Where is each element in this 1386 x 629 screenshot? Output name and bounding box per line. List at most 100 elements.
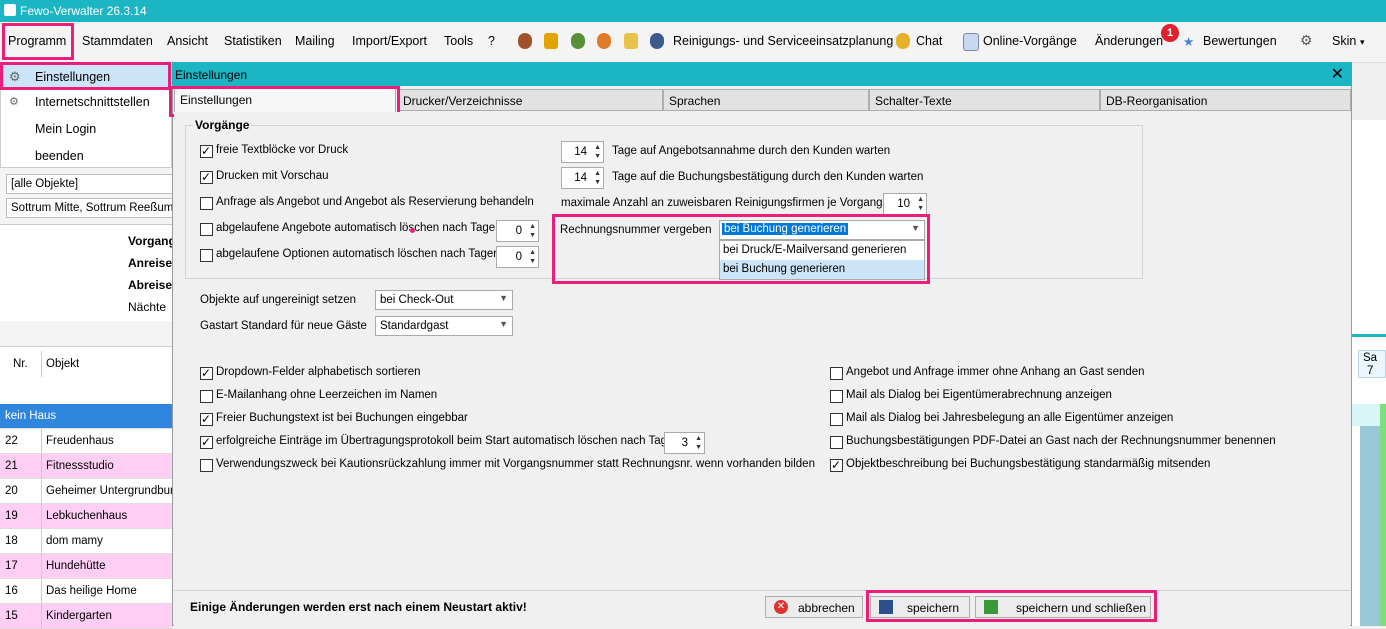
save-button[interactable]: speichern: [870, 596, 970, 618]
ungereinigt-select[interactable]: bei Check-Out ▼: [375, 290, 513, 310]
spinner-arrows-icon[interactable]: ▲ ▼: [529, 248, 536, 266]
option-delete-spinner[interactable]: 0 ▲ ▼: [496, 246, 539, 268]
menu-item-mein-login[interactable]: Mein Login: [35, 122, 96, 136]
vorgang-option-label[interactable]: freie Textblöcke vor Druck: [216, 144, 348, 156]
rechnung-option[interactable]: bei Buchung generieren: [723, 263, 845, 275]
angebot-wait-spinner[interactable]: 14 ▲ ▼: [561, 141, 604, 163]
notepad-icon[interactable]: [624, 33, 638, 49]
menu-bewertungen[interactable]: Bewertungen: [1203, 34, 1277, 48]
mail-option-label[interactable]: Angebot und Anfrage immer ohne Anhang an…: [846, 366, 1145, 378]
vorgang-option-checkbox[interactable]: [200, 249, 213, 262]
menu-reinigung[interactable]: Reinigungs- und Serviceeinsatzplanung: [673, 34, 893, 48]
table-row[interactable]: 20 Geheimer Untergrundbunker: [0, 479, 172, 504]
menu-mailing[interactable]: Mailing: [295, 34, 335, 48]
general-option-checkbox[interactable]: [200, 365, 213, 381]
calendar-icon[interactable]: [963, 33, 979, 51]
chevron-down-icon[interactable]: ▼: [499, 293, 508, 303]
general-option-checkbox[interactable]: [200, 434, 213, 450]
menu-item-einstellungen[interactable]: Einstellungen: [35, 70, 110, 84]
table-row[interactable]: 19 Lebkuchenhaus: [0, 504, 172, 529]
home-icon[interactable]: [544, 33, 558, 49]
buchung-wait-spinner[interactable]: 14 ▲ ▼: [561, 167, 604, 189]
object-filter-select[interactable]: [alle Objekte]: [6, 174, 174, 194]
tab-drucker[interactable]: Drucker/Verzeichnisse: [397, 89, 663, 111]
general-option-label[interactable]: Freier Buchungstext ist bei Buchungen ei…: [216, 412, 468, 424]
vorgang-option-label[interactable]: Anfrage als Angebot und Angebot als Rese…: [216, 196, 534, 208]
vorgang-option-checkbox[interactable]: [200, 143, 213, 159]
rechnung-option[interactable]: bei Druck/E-Mailversand generieren: [723, 244, 906, 256]
chat-icon[interactable]: [896, 33, 910, 49]
table-row[interactable]: 15 Kindergarten: [0, 604, 172, 629]
spinner-arrows-icon[interactable]: ▲ ▼: [529, 222, 536, 240]
general-option-checkbox[interactable]: [200, 390, 213, 403]
general-option-checkbox[interactable]: [200, 411, 213, 427]
chevron-down-icon[interactable]: ▼: [499, 319, 508, 329]
general-option-checkbox[interactable]: [200, 459, 213, 472]
menu-tools[interactable]: Tools: [444, 34, 473, 48]
angebot-delete-spinner[interactable]: 0 ▲ ▼: [496, 220, 539, 242]
mail-option-label[interactable]: Objektbeschreibung bei Buchungsbestätigu…: [846, 458, 1210, 470]
cancel-button[interactable]: ✕ abbrechen: [765, 596, 863, 618]
vorgang-option-label[interactable]: Drucken mit Vorschau: [216, 170, 329, 182]
row-nr: 19: [5, 510, 18, 522]
menu-ansicht[interactable]: Ansicht: [167, 34, 208, 48]
mail-option-checkbox[interactable]: [830, 367, 843, 380]
mail-option-label[interactable]: Mail als Dialog bei Jahresbelegung an al…: [846, 412, 1173, 424]
column-objekt: Objekt: [46, 358, 80, 370]
mail-option-checkbox[interactable]: [830, 436, 843, 449]
protokoll-days-spinner[interactable]: 3 ▲ ▼: [664, 432, 705, 454]
menu-skin[interactable]: Skin: [1332, 34, 1356, 48]
menu-import-export[interactable]: Import/Export: [352, 34, 427, 48]
menu-help[interactable]: ?: [488, 34, 495, 48]
rechnung-select[interactable]: bei Buchung generieren ▼: [719, 220, 925, 240]
tab-sprachen[interactable]: Sprachen: [663, 89, 869, 111]
mail-option-checkbox[interactable]: [830, 457, 843, 473]
mail-option-label[interactable]: Mail als Dialog bei Eigentümerabrechnung…: [846, 389, 1112, 401]
save-close-button[interactable]: speichern und schließen: [975, 596, 1151, 618]
reinigung-max-spinner[interactable]: 10 ▲ ▼: [883, 193, 927, 215]
menu-statistiken[interactable]: Statistiken: [224, 34, 282, 48]
row-objekt: dom mamy: [46, 535, 103, 547]
menu-aenderungen[interactable]: Änderungen: [1095, 34, 1163, 48]
general-option-label[interactable]: erfolgreiche Einträge im Übertragungspro…: [216, 435, 680, 447]
menu-stammdaten[interactable]: Stammdaten: [82, 34, 153, 48]
table-row[interactable]: kein Haus: [0, 404, 172, 429]
mail-option-checkbox[interactable]: [830, 390, 843, 403]
user-icon[interactable]: [597, 33, 611, 49]
table-row[interactable]: 17 Hundehütte: [0, 554, 172, 579]
table-row[interactable]: 18 dom mamy: [0, 529, 172, 554]
general-option-label[interactable]: Verwendungszweck bei Kautionsrückzahlung…: [216, 458, 815, 470]
general-option-label[interactable]: Dropdown-Felder alphabetisch sortieren: [216, 366, 421, 378]
gear-icon[interactable]: ⚙: [1300, 32, 1313, 49]
menu-chat[interactable]: Chat: [916, 34, 942, 48]
gastart-select[interactable]: Standardgast ▼: [375, 316, 513, 336]
vorgang-option-checkbox[interactable]: [200, 223, 213, 236]
vorgang-option-label[interactable]: abgelaufene Optionen automatisch löschen…: [216, 248, 500, 260]
spinner-arrows-icon[interactable]: ▲ ▼: [917, 195, 924, 213]
cleaner-icon[interactable]: [650, 33, 664, 49]
spinner-arrows-icon[interactable]: ▲ ▼: [594, 143, 601, 161]
chevron-down-icon[interactable]: ▼: [911, 223, 920, 233]
close-icon[interactable]: ✕: [1331, 64, 1344, 84]
vorgang-option-checkbox[interactable]: [200, 197, 213, 210]
vorgang-option-label[interactable]: abgelaufene Angebote automatisch löschen…: [216, 222, 502, 234]
mail-option-label[interactable]: Buchungsbestätigungen PDF-Datei an Gast …: [846, 435, 1276, 447]
spinner-arrows-icon[interactable]: ▲ ▼: [695, 434, 702, 452]
tab-schalter-texte[interactable]: Schalter-Texte: [869, 89, 1100, 111]
spinner-arrows-icon[interactable]: ▲ ▼: [594, 169, 601, 187]
owner-icon[interactable]: [571, 33, 585, 49]
menu-item-internetschnittstellen[interactable]: Internetschnittstellen: [35, 95, 150, 109]
vorgang-option-checkbox[interactable]: [200, 169, 213, 185]
general-option-label[interactable]: E-Mailanhang ohne Leerzeichen im Namen: [216, 389, 437, 401]
tab-einstellungen[interactable]: Einstellungen: [174, 88, 396, 112]
table-row[interactable]: 21 Fitnessstudio: [0, 454, 172, 479]
table-row[interactable]: 16 Das heilige Home: [0, 579, 172, 604]
location-filter-select[interactable]: Sottrum Mitte, Sottrum Reeßum: [6, 198, 174, 218]
menu-programm[interactable]: Programm: [8, 34, 66, 48]
tab-db-reorganisation[interactable]: DB-Reorganisation: [1100, 89, 1351, 111]
mail-option-checkbox[interactable]: [830, 413, 843, 426]
menu-online-vorgaenge[interactable]: Online-Vorgänge: [983, 34, 1077, 48]
guests-icon[interactable]: [518, 33, 532, 49]
table-row[interactable]: 22 Freudenhaus: [0, 429, 172, 454]
menu-item-beenden[interactable]: beenden: [35, 149, 84, 163]
